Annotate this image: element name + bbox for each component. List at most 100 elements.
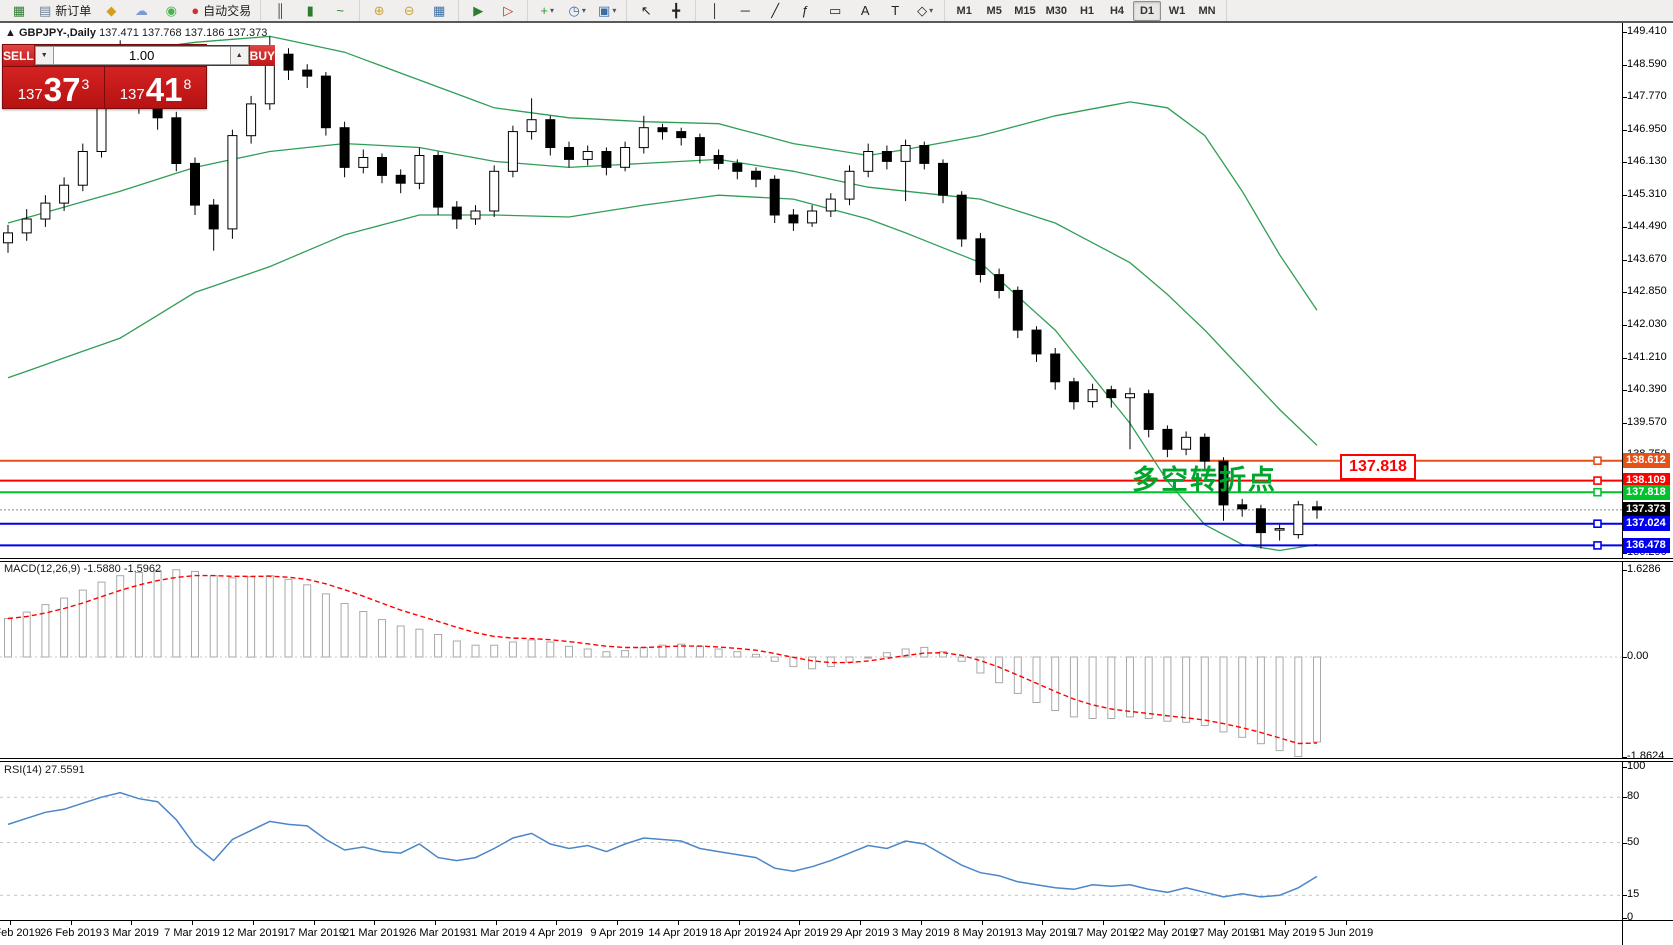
line-handle[interactable] xyxy=(1594,477,1601,484)
turning-point-annotation[interactable]: 多空转折点 xyxy=(1132,458,1277,497)
candle-body-bull xyxy=(471,211,480,219)
chevron-down-icon[interactable]: ▾ xyxy=(582,6,586,15)
candle-body-bear xyxy=(284,54,293,70)
one-click-trading-widget: SELL ▼ ▲ BUY 137 37 3 137 41 8 xyxy=(2,44,207,109)
candlestick-chart-button[interactable]: ▮ xyxy=(296,1,324,21)
candle-body-bear xyxy=(1144,394,1153,430)
rsi-label: RSI(14) 27.5591 xyxy=(4,764,85,776)
sell-price-button[interactable]: 137 37 3 xyxy=(3,67,104,108)
fibonacci-button[interactable]: ƒ xyxy=(791,1,819,21)
autotrading-button[interactable]: ●自动交易 xyxy=(187,1,255,21)
shapes-button[interactable]: ◇▾ xyxy=(911,1,939,21)
text-button[interactable]: A xyxy=(851,1,879,21)
rsi-plot[interactable] xyxy=(0,762,1622,920)
date-tick xyxy=(10,921,11,925)
macd-bar xyxy=(1257,657,1264,744)
rsi-background xyxy=(0,762,1622,920)
macd-bar xyxy=(210,576,217,657)
macd-bar xyxy=(5,619,12,658)
chevron-down-icon[interactable]: ▾ xyxy=(550,6,554,15)
channel-button[interactable]: ▭ xyxy=(821,1,849,21)
candle-body-bull xyxy=(4,233,13,243)
date-tick xyxy=(1224,921,1225,925)
price-callout-label[interactable]: 137.818 xyxy=(1340,454,1416,480)
autoscroll-button[interactable]: ▶ xyxy=(464,1,492,21)
date-label: 26 Feb 2019 xyxy=(40,927,102,939)
periods-button[interactable]: ◷▾ xyxy=(563,1,591,21)
price-tick-label: 146.950 xyxy=(1627,123,1673,135)
zoom-out-icon: ⊖ xyxy=(404,4,415,17)
charts-community-button[interactable]: ☁ xyxy=(127,1,155,21)
templates-button[interactable]: ▣▾ xyxy=(593,1,621,21)
chart-shift-button[interactable]: ▷ xyxy=(494,1,522,21)
volume-increase-button[interactable]: ▲ xyxy=(230,46,249,65)
new-chart-button[interactable]: ▦ xyxy=(5,1,33,21)
cursor-button[interactable]: ↖ xyxy=(632,1,660,21)
collapse-icon[interactable]: ▲ xyxy=(5,27,16,39)
chevron-down-icon[interactable]: ▾ xyxy=(929,6,933,15)
date-tick xyxy=(617,921,618,925)
date-tick xyxy=(131,921,132,925)
macd-bar xyxy=(154,570,161,657)
panel-separator[interactable] xyxy=(0,758,1673,762)
buy-price-button[interactable]: 137 41 8 xyxy=(104,67,206,108)
buy-price-sup: 8 xyxy=(183,77,191,91)
trendline-button[interactable]: ╱ xyxy=(761,1,789,21)
horizontal-line-button[interactable]: ─ xyxy=(731,1,759,21)
timeframe-m5[interactable]: M5 xyxy=(980,1,1008,21)
crosshair-button[interactable]: ╋ xyxy=(662,1,690,21)
price-tick-label: 142.850 xyxy=(1627,285,1673,297)
timeframe-h4[interactable]: H4 xyxy=(1103,1,1131,21)
sell-button[interactable]: SELL xyxy=(3,45,34,66)
date-label: 7 Mar 2019 xyxy=(164,927,220,939)
chevron-down-icon[interactable]: ▾ xyxy=(612,6,616,15)
panel-separator[interactable] xyxy=(0,558,1673,562)
vline-icon: │ xyxy=(711,4,719,17)
date-label: 4 Apr 2019 xyxy=(529,927,582,939)
line-chart-button[interactable]: ~ xyxy=(326,1,354,21)
buy-button[interactable]: BUY xyxy=(250,45,275,66)
timeframe-w1[interactable]: W1 xyxy=(1163,1,1191,21)
bar-chart-button[interactable]: ║ xyxy=(266,1,294,21)
mt4-terminal: ▦▤新订单◆☁◉●自动交易║▮~⊕⊖▦▶▷+▾◷▾▣▾↖╋│─╱ƒ▭AT◇▾M1… xyxy=(0,0,1673,945)
volume-decrease-button[interactable]: ▼ xyxy=(35,46,54,65)
timeframe-mn[interactable]: MN xyxy=(1193,1,1221,21)
toolbar-group: ▶▷ xyxy=(459,0,528,21)
candle-body-bear xyxy=(565,148,574,160)
timeframe-d1[interactable]: D1 xyxy=(1133,1,1161,21)
label-button[interactable]: T xyxy=(881,1,909,21)
candle-body-bear xyxy=(602,152,611,168)
candle-body-bear xyxy=(1069,382,1078,402)
macd-bar xyxy=(285,579,292,657)
candle-body-bear xyxy=(191,163,200,205)
line-handle[interactable] xyxy=(1594,457,1601,464)
macd-bar xyxy=(958,657,965,661)
timeframe-m1[interactable]: M1 xyxy=(950,1,978,21)
tile-windows-button[interactable]: ▦ xyxy=(425,1,453,21)
timeframe-h1[interactable]: H1 xyxy=(1073,1,1101,21)
line-handle[interactable] xyxy=(1594,520,1601,527)
date-label: 24 Apr 2019 xyxy=(769,927,828,939)
candle-body-bear xyxy=(733,163,742,171)
market-watch-button[interactable]: ◆ xyxy=(97,1,125,21)
new-order-button[interactable]: ▤新订单 xyxy=(35,1,95,21)
zoom-in-button[interactable]: ⊕ xyxy=(365,1,393,21)
signals-button[interactable]: ◉ xyxy=(157,1,185,21)
timeframe-m15[interactable]: M15 xyxy=(1010,1,1039,21)
line-handle[interactable] xyxy=(1594,542,1601,549)
buy-price-prefix: 137 xyxy=(120,87,145,102)
date-tick xyxy=(192,921,193,925)
candle-body-bull xyxy=(527,120,536,132)
add-indicator-button[interactable]: +▾ xyxy=(533,1,561,21)
volume-input[interactable] xyxy=(54,46,230,65)
ohlc-close: 137.373 xyxy=(228,27,268,39)
macd-bar xyxy=(1145,657,1152,719)
timeframe-m30[interactable]: M30 xyxy=(1042,1,1071,21)
add-indicator-icon: + xyxy=(540,4,548,17)
zoom-out-button[interactable]: ⊖ xyxy=(395,1,423,21)
crosshair-icon: ╋ xyxy=(672,4,680,17)
macd-plot[interactable] xyxy=(0,562,1622,758)
line-handle[interactable] xyxy=(1594,489,1601,496)
vertical-line-button[interactable]: │ xyxy=(701,1,729,21)
date-label: 17 May 2019 xyxy=(1071,927,1135,939)
